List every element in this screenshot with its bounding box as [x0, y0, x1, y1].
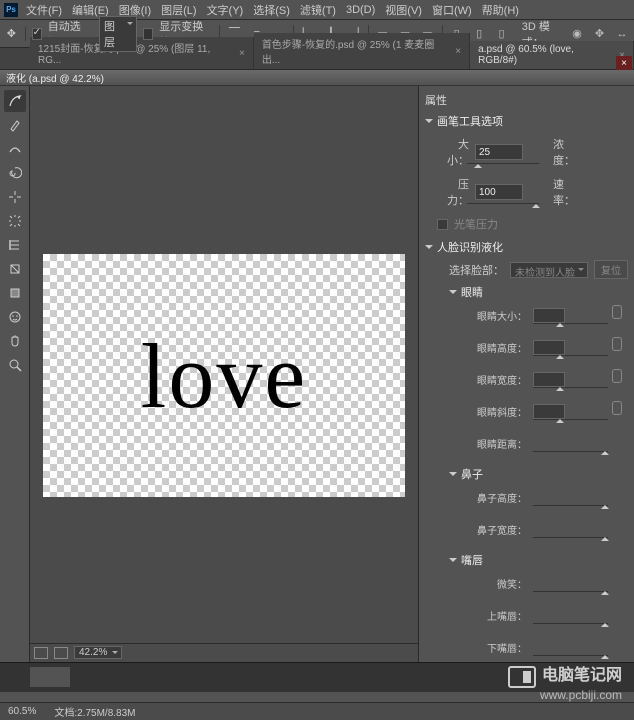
thaw-mask-tool[interactable] [4, 282, 26, 304]
face-select[interactable]: 未检测到人脸 [510, 262, 588, 278]
pucker-tool[interactable] [4, 186, 26, 208]
menu-help[interactable]: 帮助(H) [482, 2, 519, 18]
lower-lip-label: 下嘴唇： [473, 640, 527, 655]
forward-warp-tool[interactable] [4, 90, 26, 112]
nose-width-label: 鼻子宽度： [473, 522, 527, 537]
liquify-toolbar [0, 86, 30, 668]
eye-size-label: 眼睛大小： [473, 308, 527, 323]
eye-tilt-slider[interactable] [533, 417, 608, 423]
reset-button[interactable]: 复位 [594, 260, 628, 279]
menu-view[interactable]: 视图(V) [385, 2, 422, 18]
mouth-section[interactable]: 嘴唇 [425, 549, 628, 571]
move-tool-icon[interactable]: ✥ [4, 25, 19, 43]
transform-checkbox[interactable] [143, 28, 153, 40]
canvas-footer: 42.2% [30, 643, 418, 661]
document-tabs: 1215封面-恢复的.psd @ 25% (图层 11, RG...× 首色步骤… [0, 48, 634, 70]
panel-header: 属性 [425, 90, 628, 110]
doc-tab-3[interactable]: a.psd @ 60.5% (love, RGB/8#)× [470, 41, 634, 69]
canvas-text: love [141, 323, 307, 429]
link-icon[interactable] [612, 305, 622, 319]
link-icon[interactable] [612, 369, 622, 383]
menu-file[interactable]: 文件(F) [26, 2, 62, 18]
auto-select-checkbox[interactable] [32, 28, 42, 40]
pen-pressure-label: 光笔压力 [454, 216, 498, 232]
window-close-button[interactable]: × [616, 56, 632, 70]
rate-label: 速率： [553, 176, 583, 208]
link-icon[interactable] [612, 337, 622, 351]
menu-select[interactable]: 选择(S) [253, 2, 290, 18]
upper-lip-slider[interactable] [533, 621, 608, 627]
nose-width-slider[interactable] [533, 535, 608, 541]
smooth-tool[interactable] [4, 138, 26, 160]
eye-width-slider[interactable] [533, 385, 608, 391]
brush-options-section[interactable]: 画笔工具选项 [425, 110, 628, 132]
density-label: 浓度： [553, 136, 583, 168]
link-icon[interactable] [612, 401, 622, 415]
eyes-section[interactable]: 眼睛 [425, 281, 628, 303]
eye-tilt-label: 眼睛斜度： [473, 404, 527, 419]
doc-icon[interactable] [54, 647, 68, 659]
app-icon: Ps [4, 3, 18, 17]
smile-label: 微笑： [473, 576, 527, 591]
dialog-titlebar: 液化 (a.psd @ 42.2%) [0, 70, 634, 86]
status-zoom[interactable]: 60.5% [8, 706, 36, 717]
face-liquify-section[interactable]: 人脸识别液化 [425, 236, 628, 258]
nose-height-label: 鼻子高度： [473, 490, 527, 505]
properties-panel: 属性 画笔工具选项 大小： 浓度： 压力： 速率： 光笔压力 人脸识别液化 选择… [418, 86, 634, 668]
bloat-tool[interactable] [4, 210, 26, 232]
size-label: 大小： [437, 136, 469, 168]
lower-lip-slider[interactable] [533, 653, 608, 659]
smile-slider[interactable] [533, 589, 608, 595]
watermark-icon [508, 666, 536, 688]
twirl-tool[interactable] [4, 162, 26, 184]
menu-window[interactable]: 窗口(W) [432, 2, 472, 18]
close-icon[interactable]: × [455, 46, 461, 57]
nose-height-slider[interactable] [533, 503, 608, 509]
eye-width-label: 眼睛宽度： [473, 372, 527, 387]
pressure-label: 压力： [437, 176, 469, 208]
eye-height-slider[interactable] [533, 353, 608, 359]
close-icon[interactable]: × [239, 48, 245, 59]
push-left-tool[interactable] [4, 234, 26, 256]
size-slider[interactable] [467, 160, 539, 168]
eye-size-slider[interactable] [533, 321, 608, 327]
select-face-label: 选择脸部： [449, 262, 504, 278]
menu-layer[interactable]: 图层(L) [161, 2, 196, 18]
status-bar: 60.5% 文档:2.75M/8.83M [0, 702, 634, 720]
doc-icon[interactable] [34, 647, 48, 659]
doc-tab-2[interactable]: 首色步骤-恢复的.psd @ 25% (1 麦麦圈出...× [254, 33, 470, 69]
status-doc: 文档:2.75M/8.83M [54, 704, 135, 719]
canvas-area[interactable]: love [30, 86, 418, 668]
canvas: love [43, 254, 405, 497]
zoom-select[interactable]: 42.2% [74, 646, 122, 659]
upper-lip-label: 上嘴唇： [473, 608, 527, 623]
workspace: love 属性 画笔工具选项 大小： 浓度： 压力： 速率： 光笔压力 人脸识别… [0, 86, 634, 668]
size-input[interactable] [475, 144, 523, 160]
menu-type[interactable]: 文字(Y) [207, 2, 244, 18]
face-tool[interactable] [4, 306, 26, 328]
zoom-tool[interactable] [4, 354, 26, 376]
doc-tab-1[interactable]: 1215封面-恢复的.psd @ 25% (图层 11, RG...× [30, 37, 254, 69]
menu-filter[interactable]: 滤镜(T) [300, 2, 336, 18]
freeze-mask-tool[interactable] [4, 258, 26, 280]
eye-dist-label: 眼睛距离： [473, 436, 527, 451]
eye-height-label: 眼睛高度： [473, 340, 527, 355]
reconstruct-tool[interactable] [4, 114, 26, 136]
hand-tool[interactable] [4, 330, 26, 352]
pen-pressure-checkbox[interactable] [437, 219, 448, 230]
auto-select-target[interactable]: 图层 [99, 16, 137, 52]
nose-section[interactable]: 鼻子 [425, 463, 628, 485]
pressure-slider[interactable] [467, 200, 539, 208]
menu-3d[interactable]: 3D(D) [346, 4, 375, 16]
pressure-input[interactable] [475, 184, 523, 200]
eye-dist-slider[interactable] [533, 449, 608, 455]
timeline-clip[interactable] [30, 667, 70, 687]
watermark: 电脑笔记网 www.pcbiji.com [508, 661, 622, 702]
